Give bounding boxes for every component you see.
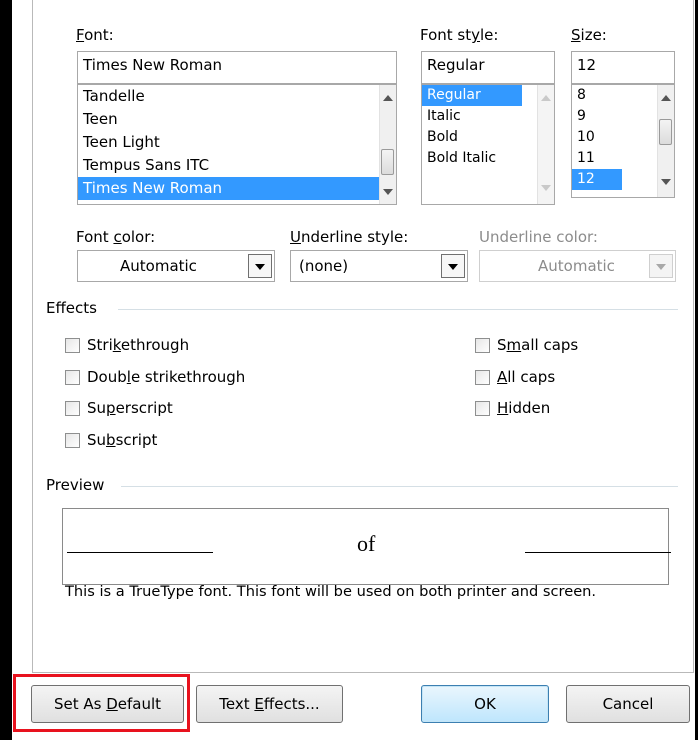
subscript-label: Subscript (87, 431, 158, 449)
text-effects-button[interactable]: Text Effects... (196, 685, 343, 723)
subscript-checkbox[interactable]: Subscript (65, 431, 157, 449)
font-style-item-selected[interactable]: Regular (422, 85, 522, 106)
underline-style-value: (none) (299, 257, 349, 275)
checkbox-box[interactable] (475, 369, 490, 385)
size-label: Size: (571, 26, 607, 44)
font-list-item[interactable]: Tempus Sans ITC (78, 154, 396, 177)
preview-underline-left (67, 552, 213, 553)
chevron-up-icon[interactable] (661, 95, 671, 101)
font-style-label: Font style: (420, 26, 499, 44)
preview-sample-text: of (357, 531, 376, 556)
strikethrough-label: Strikethrough (87, 336, 190, 354)
font-name-list[interactable]: Tandelle Teen Teen Light Tempus Sans ITC… (77, 84, 397, 205)
scrollbar-thumb[interactable] (381, 149, 394, 175)
set-as-default-highlight (13, 674, 190, 732)
preview-divider (121, 486, 678, 487)
small-caps-label: Small caps (497, 336, 579, 354)
superscript-checkbox[interactable]: Superscript (65, 399, 173, 417)
font-list-item[interactable]: Teen Light (78, 131, 396, 154)
dropdown-arrow-icon[interactable] (649, 254, 673, 278)
preview-group-title: Preview (46, 476, 105, 494)
chevron-down-icon[interactable] (383, 189, 393, 195)
font-style-input[interactable]: Regular (421, 51, 555, 84)
hidden-checkbox[interactable]: Hidden (475, 399, 550, 417)
underline-color-value: Automatic (538, 257, 615, 275)
size-list[interactable]: 8 9 10 11 12 (571, 84, 675, 198)
cancel-button[interactable]: Cancel (566, 685, 690, 723)
preview-underline-right (525, 552, 671, 553)
chevron-up-icon[interactable] (541, 95, 551, 101)
checkbox-box[interactable] (65, 369, 80, 385)
effects-group-title: Effects (46, 299, 97, 317)
font-color-value: Automatic (120, 257, 197, 275)
underline-color-label: Underline color: (479, 228, 598, 246)
checkbox-box[interactable] (65, 400, 80, 416)
font-list-item[interactable]: Teen (78, 108, 396, 131)
hidden-label: Hidden (497, 399, 551, 417)
superscript-label: Superscript (87, 399, 173, 417)
strikethrough-checkbox[interactable]: Strikethrough (65, 336, 189, 354)
size-item-selected[interactable]: 12 (572, 169, 622, 190)
all-caps-label: All caps (497, 368, 556, 386)
scrollbar-thumb[interactable] (659, 119, 672, 145)
checkbox-box[interactable] (65, 432, 80, 448)
font-style-item[interactable]: Bold (422, 127, 554, 148)
preview-box: of (62, 508, 671, 585)
font-label: Font: (76, 26, 114, 44)
size-input[interactable]: 12 (571, 51, 675, 84)
font-info-note: This is a TrueType font. This font will … (65, 583, 597, 600)
checkbox-box[interactable] (475, 400, 490, 416)
chevron-down-icon[interactable] (661, 179, 671, 185)
ok-button[interactable]: OK (421, 685, 549, 723)
chevron-up-icon[interactable] (383, 95, 393, 101)
font-style-item[interactable]: Bold Italic (422, 148, 554, 169)
font-style-list[interactable]: Regular Italic Bold Bold Italic (421, 84, 555, 205)
font-dialog: Font: Times New Roman Tandelle Teen Teen… (0, 0, 698, 740)
small-caps-checkbox[interactable]: Small caps (475, 336, 578, 354)
font-name-input[interactable]: Times New Roman (77, 51, 397, 84)
font-color-label: Font color: (76, 228, 156, 246)
underline-style-combo[interactable]: (none) (290, 250, 468, 282)
font-style-item[interactable]: Italic (422, 106, 554, 127)
dropdown-arrow-icon[interactable] (441, 254, 465, 278)
double-strikethrough-checkbox[interactable]: Double strikethrough (65, 368, 245, 386)
checkbox-box[interactable] (65, 337, 80, 353)
font-list-item[interactable]: Tandelle (78, 85, 396, 108)
checkbox-box[interactable] (475, 337, 490, 353)
dropdown-arrow-icon[interactable] (248, 254, 272, 278)
double-strikethrough-label: Double strikethrough (87, 368, 246, 386)
underline-style-label: Underline style: (290, 228, 409, 246)
all-caps-checkbox[interactable]: All caps (475, 368, 555, 386)
size-list-scrollbar[interactable] (657, 85, 674, 197)
font-list-scrollbar[interactable] (379, 85, 396, 204)
underline-color-combo[interactable]: Automatic (479, 250, 676, 282)
font-list-item-selected[interactable]: Times New Roman (78, 177, 379, 200)
window-left-edge (0, 0, 12, 740)
effects-divider (118, 309, 678, 310)
font-style-scrollbar[interactable] (537, 85, 554, 204)
chevron-down-icon[interactable] (541, 185, 551, 191)
font-color-combo[interactable]: Automatic (77, 250, 275, 282)
